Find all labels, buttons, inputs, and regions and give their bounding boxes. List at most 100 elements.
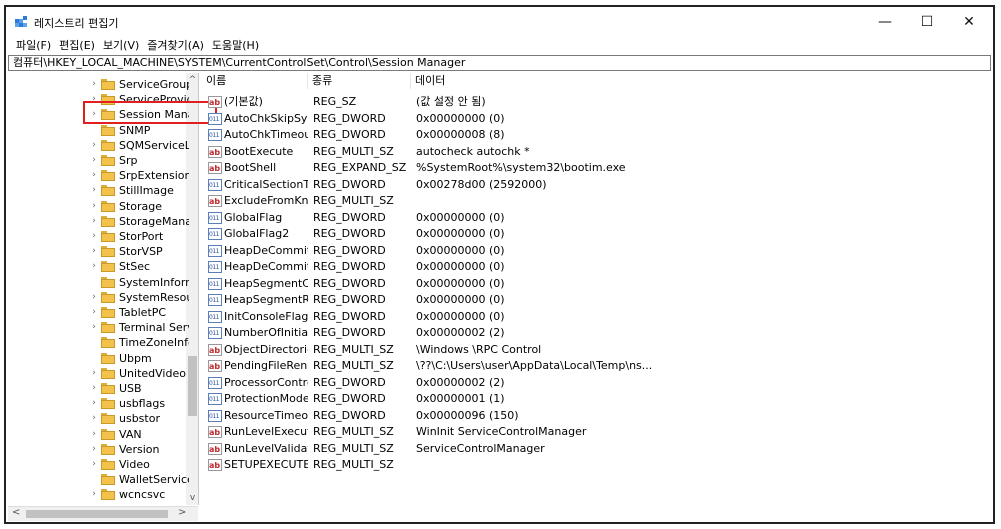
value-row[interactable]: RunLevelValidate REG_MULTI_SZ ServiceContr… (202, 441, 982, 458)
expand-chevron-icon[interactable]: › (90, 411, 98, 426)
value-row[interactable]: BootExecute REG_MULTI_SZ autocheck autochk… (202, 144, 982, 161)
menu-help[interactable]: 도움말(H) (208, 37, 263, 55)
expand-chevron-icon[interactable]: › (90, 244, 98, 259)
address-bar[interactable]: 컴퓨터\HKEY_LOCAL_MACHINE\SYSTEM\CurrentCon… (8, 55, 991, 71)
tree-item[interactable]: › wcncsvc (8, 487, 186, 502)
tree-item-label: Ubpm (119, 351, 152, 365)
column-header-type[interactable]: 종류 (308, 73, 411, 89)
values-list-pane[interactable]: 이름 종류 데이터 (기본값) REG_SZ (값 설정 안 됨) AutoChkSk… (202, 73, 993, 522)
folder-icon (101, 428, 115, 440)
tree-item[interactable]: › USB (8, 381, 186, 396)
tree-item-label: VAN (119, 427, 142, 441)
expand-chevron-icon[interactable]: › (90, 320, 98, 335)
menu-edit[interactable]: 편집(E) (55, 37, 99, 55)
value-row[interactable]: HeapDeCommit... REG_DWORD 0x00000000 (0) (202, 259, 982, 276)
value-row[interactable]: PendingFileRen... REG_MULTI_SZ \??\C:\User… (202, 358, 982, 375)
value-row[interactable]: RunLevelExecute REG_MULTI_SZ WinInit Servi… (202, 424, 982, 441)
expand-chevron-icon[interactable]: › (90, 442, 98, 457)
tree-item[interactable]: › StorVSP (8, 244, 186, 259)
value-row[interactable]: HeapSegmentC... REG_DWORD 0x00000000 (0) (202, 276, 982, 293)
tree-item[interactable]: › SystemResourc (8, 290, 189, 305)
expand-chevron-icon[interactable]: › (90, 290, 98, 305)
minimize-button[interactable]: — (865, 11, 905, 33)
tree-item[interactable]: › TabletPC (8, 305, 186, 320)
expand-chevron-icon[interactable]: › (90, 457, 98, 472)
value-row[interactable]: BootShell REG_EXPAND_SZ %SystemRoot%\syste… (202, 160, 982, 177)
tree-item[interactable]: › Storage (8, 199, 186, 214)
value-row[interactable]: ProtectionMode REG_DWORD 0x00000001 (1) (202, 391, 982, 408)
value-row[interactable]: ProcessorControl REG_DWORD 0x00000002 (2) (202, 375, 982, 392)
expand-chevron-icon[interactable]: › (90, 396, 98, 411)
value-row[interactable]: ObjectDirectories REG_MULTI_SZ \Windows \R… (202, 342, 982, 359)
expand-chevron-icon[interactable]: › (90, 487, 98, 502)
tree-item[interactable]: SystemInforma (8, 275, 189, 290)
value-row[interactable]: AutoChkTimeout REG_DWORD 0x00000008 (8) (202, 127, 982, 144)
tree-item[interactable]: › VAN (8, 427, 186, 442)
expand-chevron-icon[interactable]: › (90, 229, 98, 244)
expand-chevron-icon[interactable]: › (90, 77, 98, 92)
expand-chevron-icon[interactable]: › (90, 138, 98, 153)
value-row[interactable]: ExcludeFromKno... REG_MULTI_SZ (202, 193, 982, 210)
tree-item[interactable]: TimeZoneInfor (8, 335, 189, 350)
value-row[interactable]: NumberOfInitial... REG_DWORD 0x00000002 (2… (202, 325, 982, 342)
key-tree-pane[interactable]: ^ v ›ServiceGroupO›ServiceProvide›Sessio… (8, 73, 199, 505)
close-button[interactable]: ✕ (949, 11, 989, 33)
value-row[interactable]: GlobalFlag2 REG_DWORD 0x00000000 (0) (202, 226, 982, 243)
tree-item[interactable]: › Srp (8, 153, 186, 168)
value-name: ExcludeFromKno... (224, 194, 308, 207)
tree-item[interactable]: › StorageManag (8, 214, 189, 229)
tree-item[interactable]: WalletService (8, 472, 189, 487)
expand-chevron-icon[interactable]: › (90, 259, 98, 274)
value-type: REG_SZ (313, 95, 357, 108)
tree-horizontal-scrollbar[interactable]: < > (8, 506, 198, 521)
value-row[interactable]: HeapDeCommit... REG_DWORD 0x00000000 (0) (202, 243, 982, 260)
tree-item[interactable]: › usbflags (8, 396, 186, 411)
tree-hscroll-thumb[interactable] (26, 510, 168, 518)
expand-chevron-icon[interactable]: › (90, 153, 98, 168)
expand-chevron-icon[interactable]: › (90, 199, 98, 214)
value-type: REG_DWORD (313, 210, 386, 224)
tree-item[interactable]: › StorPort (8, 229, 186, 244)
tree-item[interactable]: › UnitedVideo (8, 366, 186, 381)
scroll-left-arrow[interactable]: < (12, 507, 20, 518)
tree-item[interactable]: › Terminal Serve (8, 320, 189, 335)
tree-item[interactable]: › StSec (8, 259, 186, 274)
menu-favorites[interactable]: 즐겨찾기(A) (143, 37, 208, 55)
value-row[interactable]: CriticalSectionTi... REG_DWORD 0x00278d00 … (202, 177, 982, 194)
tree-item[interactable]: › ServiceGroupO (8, 77, 189, 92)
expand-chevron-icon[interactable]: › (90, 381, 98, 396)
tree-item[interactable]: › SQMServiceLis (8, 138, 189, 153)
expand-chevron-icon[interactable]: › (90, 183, 98, 198)
value-row[interactable]: AutoChkSkipSys... REG_DWORD 0x00000000 (0) (202, 111, 982, 128)
column-header-data[interactable]: 데이터 (411, 73, 771, 89)
tree-item[interactable]: Ubpm (8, 351, 186, 366)
tree-item[interactable]: › usbstor (8, 411, 186, 426)
tree-item[interactable]: › Video (8, 457, 186, 472)
expand-chevron-icon[interactable]: › (90, 305, 98, 320)
value-row[interactable]: (기본값) REG_SZ (값 설정 안 됨) (202, 94, 982, 111)
expand-chevron-icon[interactable]: › (90, 214, 98, 229)
tree-item-label: Version (119, 442, 160, 456)
tree-item[interactable]: SNMP (8, 123, 186, 138)
expand-chevron-icon[interactable]: › (90, 366, 98, 381)
menu-file[interactable]: 파일(F) (12, 37, 55, 55)
value-row[interactable]: SETUPEXECUTE REG_MULTI_SZ (202, 457, 982, 474)
string-value-icon (208, 194, 222, 210)
menu-view[interactable]: 보기(V) (99, 37, 143, 55)
expand-chevron-icon[interactable]: › (90, 168, 98, 183)
tree-scroll-thumb[interactable] (188, 356, 197, 416)
tree-item[interactable]: › SrpExtensionC (8, 168, 189, 183)
maximize-button[interactable]: ☐ (907, 11, 947, 33)
value-name: GlobalFlag2 (224, 227, 290, 240)
value-row[interactable]: InitConsoleFlags REG_DWORD 0x00000000 (0) (202, 309, 982, 326)
column-header-name[interactable]: 이름 (202, 73, 308, 89)
tree-item[interactable]: › Version (8, 442, 186, 457)
value-row[interactable]: ResourceTimeou... REG_DWORD 0x00000096 (15… (202, 408, 982, 425)
tree-item-label: StorPort (119, 230, 164, 243)
tree-item-label: UnitedVideo (119, 366, 186, 380)
expand-chevron-icon[interactable]: › (90, 427, 98, 442)
scroll-right-arrow[interactable]: > (178, 507, 186, 518)
tree-item[interactable]: › StillImage (8, 183, 186, 198)
value-row[interactable]: GlobalFlag REG_DWORD 0x00000000 (0) (202, 210, 982, 227)
value-row[interactable]: HeapSegmentRe... REG_DWORD 0x00000000 (0) (202, 292, 982, 309)
